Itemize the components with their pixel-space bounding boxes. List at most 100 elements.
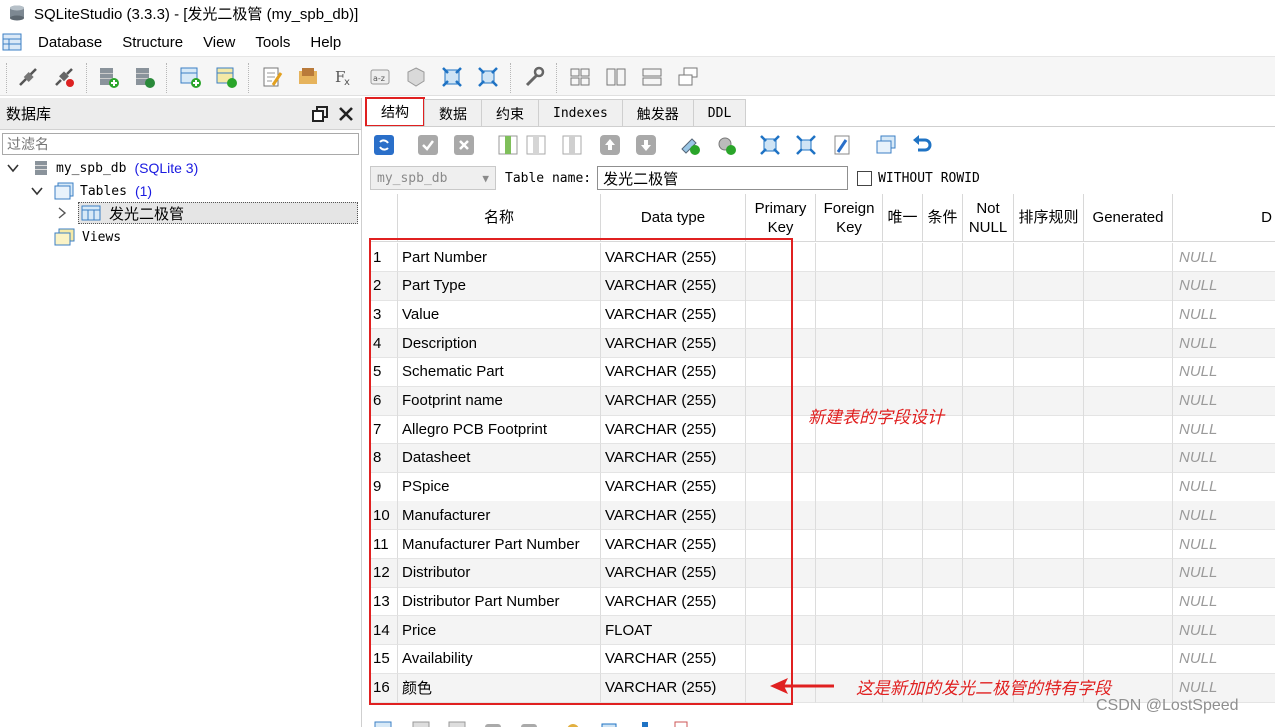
import-icon[interactable] bbox=[440, 65, 464, 89]
not-null-cell[interactable] bbox=[963, 357, 1014, 387]
generated-cell[interactable] bbox=[1084, 415, 1173, 445]
row-number[interactable]: 11 bbox=[369, 530, 398, 559]
commit-icon[interactable] bbox=[417, 134, 439, 156]
unique-cell[interactable] bbox=[883, 357, 923, 387]
row-number[interactable]: 6 bbox=[369, 386, 398, 416]
column-type-cell[interactable]: VARCHAR (255) bbox=[601, 415, 746, 445]
table-row[interactable]: 15 Availability VARCHAR (255) NULL bbox=[369, 644, 1275, 674]
generated-cell[interactable] bbox=[1084, 644, 1173, 674]
generated-cell[interactable] bbox=[1084, 386, 1173, 416]
foreign-key-cell[interactable] bbox=[816, 530, 883, 559]
generated-cell[interactable] bbox=[1084, 472, 1173, 502]
tab-ddl[interactable]: DDL bbox=[692, 99, 747, 127]
undo-icon[interactable] bbox=[911, 134, 933, 156]
row-number[interactable]: 3 bbox=[369, 300, 398, 330]
check-cell[interactable] bbox=[923, 501, 963, 531]
sql-editor-icon[interactable] bbox=[260, 65, 284, 89]
tile-horizontal-icon[interactable] bbox=[640, 65, 664, 89]
default-value-cell[interactable]: NULL bbox=[1173, 300, 1275, 330]
open-file-icon[interactable] bbox=[296, 65, 320, 89]
primary-key-cell[interactable] bbox=[746, 530, 816, 559]
tile-windows-icon[interactable] bbox=[568, 65, 592, 89]
config-wrench-icon[interactable] bbox=[522, 65, 546, 89]
default-value-cell[interactable]: NULL bbox=[1173, 473, 1275, 502]
unique-cell[interactable] bbox=[883, 587, 923, 617]
menu-database[interactable]: Database bbox=[28, 34, 112, 51]
header-generated[interactable]: Generated bbox=[1084, 194, 1173, 242]
unique-cell[interactable] bbox=[883, 443, 923, 473]
chevron-right-icon[interactable] bbox=[56, 206, 68, 220]
not-null-cell[interactable] bbox=[963, 243, 1014, 272]
extension-icon[interactable] bbox=[404, 65, 428, 89]
column-type-cell[interactable]: VARCHAR (255) bbox=[601, 644, 746, 674]
header-unique[interactable]: 唯一 bbox=[883, 194, 923, 242]
move-column-down-icon[interactable] bbox=[635, 134, 657, 156]
foreign-key-cell[interactable] bbox=[816, 443, 883, 473]
collation-cell[interactable] bbox=[1014, 644, 1084, 674]
check-cell[interactable] bbox=[923, 558, 963, 588]
collation-cell[interactable] bbox=[1014, 357, 1084, 387]
collation-cell[interactable] bbox=[1014, 443, 1084, 473]
table-row[interactable]: 2 Part Type VARCHAR (255) NULL bbox=[369, 271, 1275, 301]
check-cell[interactable] bbox=[923, 329, 963, 359]
generated-cell[interactable] bbox=[1084, 443, 1173, 473]
table-row[interactable]: 8 Datasheet VARCHAR (255) NULL bbox=[369, 443, 1275, 473]
collation-cell[interactable] bbox=[1014, 386, 1084, 416]
header-collation[interactable]: 排序规则 bbox=[1014, 194, 1084, 242]
tree-db-node[interactable]: my_spb_db (SQLite 3) bbox=[6, 157, 198, 179]
primary-key-cell[interactable] bbox=[746, 415, 816, 445]
float-panel-icon[interactable] bbox=[309, 103, 331, 125]
row-number[interactable]: 15 bbox=[369, 644, 398, 674]
chevron-down-icon[interactable] bbox=[6, 161, 20, 175]
chevron-down-icon[interactable] bbox=[30, 184, 44, 198]
column-type-cell[interactable]: VARCHAR (255) bbox=[601, 472, 746, 502]
filter-input[interactable] bbox=[2, 133, 359, 155]
row-number[interactable]: 14 bbox=[369, 616, 398, 646]
menu-structure[interactable]: Structure bbox=[112, 34, 193, 51]
refresh-icon[interactable] bbox=[373, 134, 395, 156]
column-name-cell[interactable]: Description bbox=[398, 329, 601, 359]
bottom-tool-icon[interactable] bbox=[447, 720, 467, 727]
foreign-key-cell[interactable] bbox=[816, 616, 883, 646]
not-null-cell[interactable] bbox=[963, 386, 1014, 416]
column-name-cell[interactable]: Distributor Part Number bbox=[398, 587, 601, 617]
foreign-key-cell[interactable] bbox=[816, 300, 883, 330]
tree-table-item-row[interactable]: 发光二极管 bbox=[56, 202, 358, 224]
row-number[interactable]: 1 bbox=[369, 243, 398, 272]
bottom-tool-icon[interactable] bbox=[411, 720, 431, 727]
header-data-type[interactable]: Data type bbox=[601, 194, 746, 242]
foreign-key-cell[interactable] bbox=[816, 329, 883, 359]
column-type-cell[interactable]: VARCHAR (255) bbox=[601, 386, 746, 416]
add-table-constraint-icon[interactable] bbox=[679, 134, 701, 156]
primary-key-cell[interactable] bbox=[746, 587, 816, 617]
default-value-cell[interactable]: NULL bbox=[1173, 530, 1275, 559]
primary-key-cell[interactable] bbox=[746, 357, 816, 387]
collation-cell[interactable] bbox=[1014, 415, 1084, 445]
column-type-cell[interactable]: VARCHAR (255) bbox=[601, 329, 746, 359]
column-type-cell[interactable]: VARCHAR (255) bbox=[601, 357, 746, 387]
primary-key-cell[interactable] bbox=[746, 386, 816, 416]
default-value-cell[interactable]: NULL bbox=[1173, 559, 1275, 588]
header-primary-key[interactable]: Primary Key bbox=[746, 194, 816, 242]
check-cell[interactable] bbox=[923, 530, 963, 559]
foreign-key-cell[interactable] bbox=[816, 644, 883, 674]
tab-data[interactable]: 数据 bbox=[424, 99, 482, 127]
import-ddl-icon[interactable] bbox=[759, 134, 781, 156]
chevron-down-icon[interactable]: ▼ bbox=[482, 172, 489, 185]
default-value-cell[interactable]: NULL bbox=[1173, 587, 1275, 617]
function-icon[interactable]: Fx bbox=[332, 65, 356, 89]
rollback-icon[interactable] bbox=[453, 134, 475, 156]
add-column-icon[interactable] bbox=[497, 134, 519, 156]
check-cell[interactable] bbox=[923, 644, 963, 674]
populate-table-icon[interactable] bbox=[831, 134, 853, 156]
without-rowid-checkbox[interactable] bbox=[857, 170, 873, 186]
not-null-cell[interactable] bbox=[963, 415, 1014, 445]
bottom-tool-icon[interactable] bbox=[519, 720, 539, 727]
primary-key-cell[interactable] bbox=[746, 616, 816, 646]
column-type-cell[interactable]: VARCHAR (255) bbox=[601, 530, 746, 559]
bottom-tool-icon[interactable] bbox=[563, 720, 583, 727]
table-row[interactable]: 1 Part Number VARCHAR (255) NULL bbox=[369, 243, 1275, 272]
primary-key-cell[interactable] bbox=[746, 472, 816, 502]
add-database-icon[interactable] bbox=[96, 65, 120, 89]
primary-key-cell[interactable] bbox=[746, 271, 816, 301]
